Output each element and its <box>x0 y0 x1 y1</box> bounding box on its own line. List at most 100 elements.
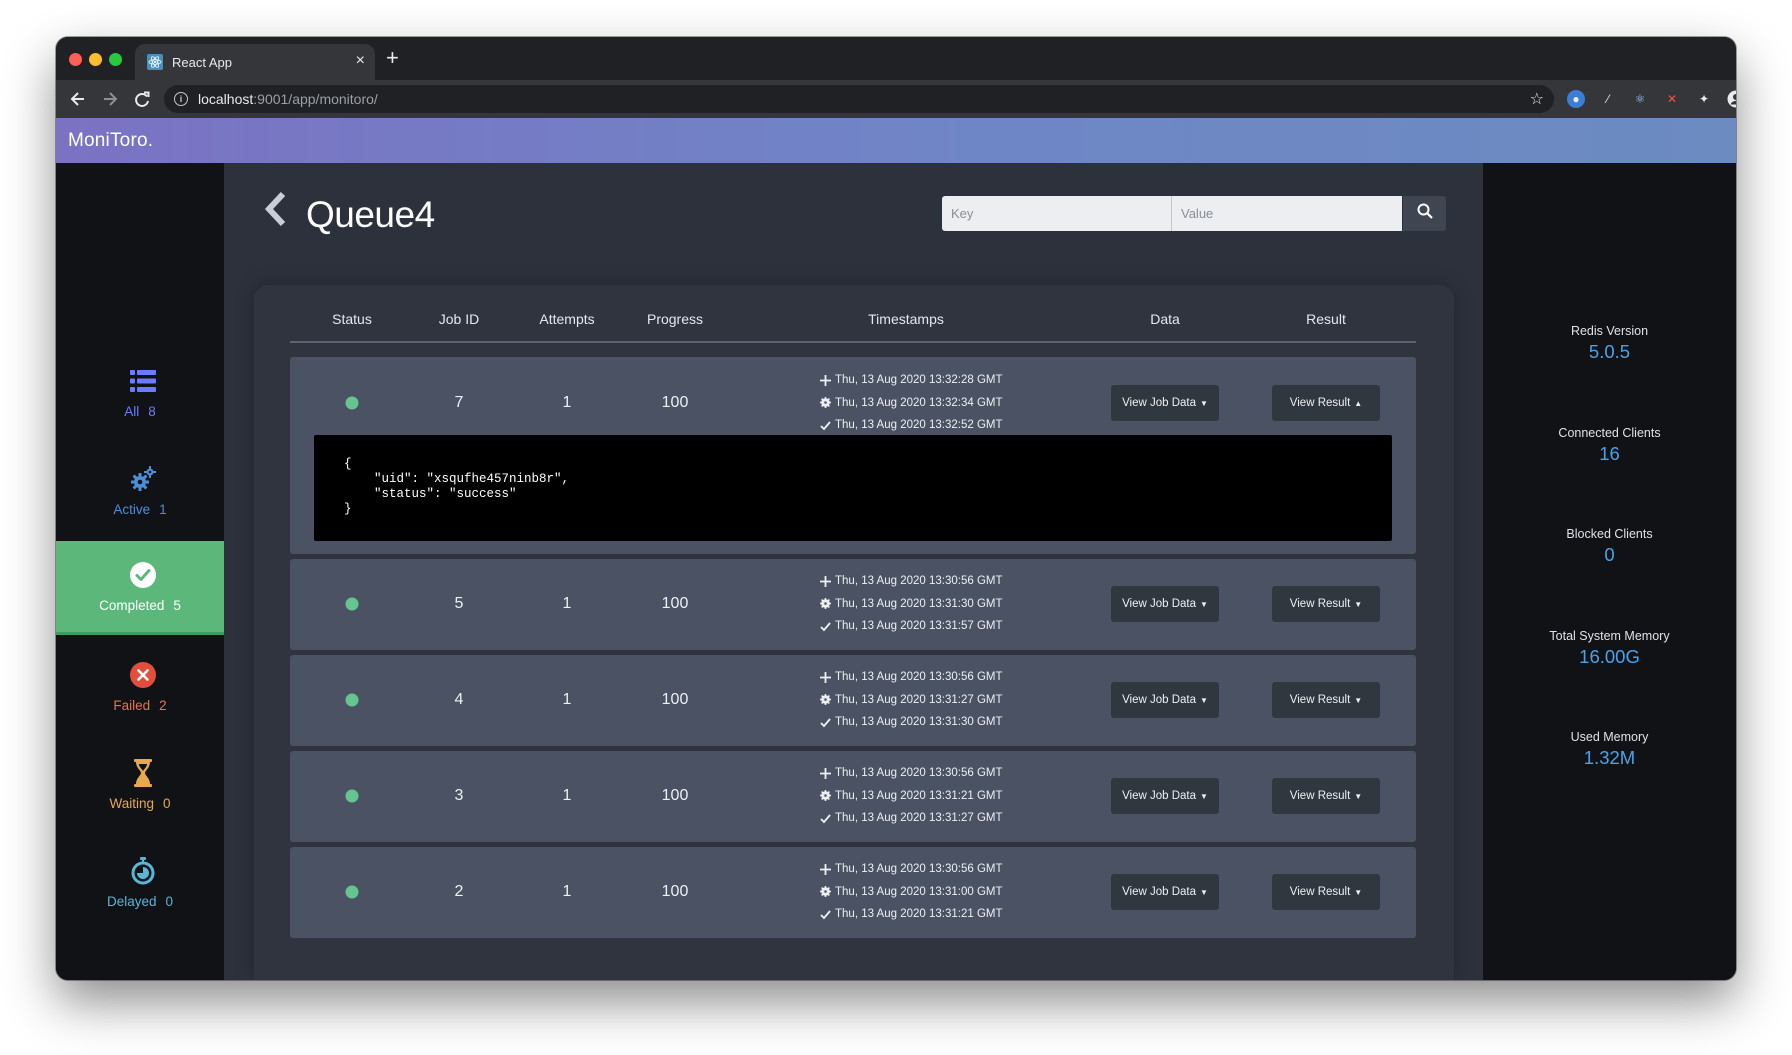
created-timestamp: Thu, 13 Aug 2020 13:30:56 GMT <box>835 767 1003 780</box>
view-job-data-button[interactable]: View Job Data ▼ <box>1111 682 1219 718</box>
view-job-data-button[interactable]: View Job Data ▼ <box>1111 385 1219 421</box>
view-job-data-button[interactable]: View Job Data ▼ <box>1111 874 1219 910</box>
sidebar-label: All <box>124 403 140 419</box>
chevron-down-icon: ▼ <box>1354 887 1363 897</box>
view-job-data-label: View Job Data <box>1122 694 1197 706</box>
address-bar[interactable]: i localhost :9001/app/monitoro/ ☆ <box>164 85 1554 113</box>
processed-timestamp: Thu, 13 Aug 2020 13:31:00 GMT <box>835 885 1003 898</box>
value-input[interactable] <box>1172 196 1402 231</box>
chevron-up-icon: ▲ <box>1354 398 1363 408</box>
bookmark-star-icon[interactable]: ☆ <box>1530 89 1544 109</box>
progress: 100 <box>661 595 689 612</box>
column-header-status: Status <box>332 311 372 327</box>
table-row: 2 1 100 Thu, 13 Aug 2020 13:30:56 GMT Th… <box>290 847 1416 938</box>
sidebar-item-failed[interactable]: Failed 2 <box>56 639 224 733</box>
extension-x-icon[interactable]: ✕ <box>1663 90 1681 108</box>
view-result-button[interactable]: View Result ▼ <box>1272 874 1380 910</box>
progress: 100 <box>661 883 689 900</box>
view-job-data-label: View Job Data <box>1122 790 1197 802</box>
sidebar-item-active[interactable]: Active 1 <box>56 443 224 537</box>
finished-timestamp: Thu, 13 Aug 2020 13:31:30 GMT <box>835 716 1003 729</box>
main-content: Queue4 Status Job ID Attempts Progress T… <box>224 163 1483 980</box>
extension-wand-icon[interactable]: ⁄ <box>1599 90 1617 108</box>
timestamps: Thu, 13 Aug 2020 13:30:56 GMT Thu, 13 Au… <box>820 762 1040 830</box>
window-minimize-button[interactable] <box>89 53 102 66</box>
back-arrow-icon[interactable] <box>70 89 86 114</box>
cog-icon <box>820 598 831 610</box>
hourglass-icon <box>133 758 153 788</box>
key-input[interactable] <box>942 196 1172 231</box>
extensions-puzzle-icon[interactable]: ✦ <box>1695 90 1713 108</box>
forward-arrow-icon[interactable] <box>102 89 118 114</box>
processed-timestamp: Thu, 13 Aug 2020 13:31:21 GMT <box>835 789 1003 802</box>
check-icon <box>820 910 831 920</box>
check-icon <box>820 814 831 824</box>
check-icon <box>820 421 831 431</box>
view-result-button[interactable]: View Result ▼ <box>1272 586 1380 622</box>
stat-label: Redis Version <box>1570 324 1649 338</box>
cog-icon <box>820 397 831 409</box>
finished-timestamp: Thu, 13 Aug 2020 13:31:21 GMT <box>835 908 1003 921</box>
window-zoom-button[interactable] <box>109 53 122 66</box>
stat-used-memory: Used Memory 1.32M <box>1483 730 1736 769</box>
new-tab-icon[interactable]: + <box>386 47 399 69</box>
view-result-label: View Result <box>1289 886 1351 898</box>
view-result-button[interactable]: View Result ▼ <box>1272 778 1380 814</box>
extension-compass-icon[interactable]: ● <box>1567 90 1585 108</box>
brand-logo[interactable]: MoniToro. <box>68 130 153 152</box>
cog-icon <box>820 790 831 802</box>
sidebar-count: 8 <box>148 403 156 419</box>
sidebar-item-waiting[interactable]: Waiting 0 <box>56 737 224 831</box>
site-info-icon[interactable]: i <box>174 92 188 106</box>
view-result-label: View Result <box>1289 790 1351 802</box>
profile-avatar-icon[interactable] <box>1727 90 1736 108</box>
plus-icon <box>820 863 831 875</box>
attempts: 1 <box>562 883 572 900</box>
view-job-data-button[interactable]: View Job Data ▼ <box>1111 586 1219 622</box>
job-result-output: { "uid": "xsqufhe457ninb8r", "status": "… <box>314 435 1392 541</box>
view-job-data-label: View Job Data <box>1122 886 1197 898</box>
stat-blocked-clients: Blocked Clients 0 <box>1483 527 1736 566</box>
view-result-label: View Result <box>1289 598 1351 610</box>
processed-timestamp: Thu, 13 Aug 2020 13:31:30 GMT <box>835 597 1003 610</box>
chevron-down-icon: ▼ <box>1354 791 1363 801</box>
tab-bar: React App × + <box>56 37 1736 80</box>
stat-redis-version: Redis Version 5.0.5 <box>1483 324 1736 363</box>
sidebar-count: 0 <box>163 795 171 811</box>
chevron-down-icon: ▼ <box>1200 398 1208 408</box>
plus-icon <box>820 374 831 386</box>
job-id: 2 <box>454 883 464 900</box>
view-job-data-button[interactable]: View Job Data ▼ <box>1111 778 1219 814</box>
table-header: Status Job ID Attempts Progress Timestam… <box>290 285 1416 343</box>
tab-close-icon[interactable]: × <box>356 53 365 69</box>
chevron-down-icon: ▼ <box>1200 599 1208 609</box>
stat-label: Connected Clients <box>1558 426 1661 440</box>
progress: 100 <box>661 394 689 411</box>
stat-label: Total System Memory <box>1549 629 1670 643</box>
redis-stats-sidebar: Redis Version 5.0.5 Connected Clients 16… <box>1483 163 1736 980</box>
attempts: 1 <box>562 691 572 708</box>
check-circle-icon <box>129 560 157 590</box>
attempts: 1 <box>562 787 572 804</box>
search-bar <box>942 196 1446 231</box>
back-chevron-icon[interactable] <box>263 191 289 234</box>
column-header-timestamps: Timestamps <box>868 311 944 327</box>
sidebar-item-all[interactable]: All 8 <box>56 345 224 439</box>
column-header-result: Result <box>1306 311 1346 327</box>
view-result-button[interactable]: View Result ▼ <box>1272 682 1380 718</box>
search-icon <box>1417 203 1433 224</box>
stat-value: 1.32M <box>1583 747 1636 768</box>
view-result-button[interactable]: View Result ▲ <box>1272 385 1380 421</box>
extension-react-icon[interactable]: ⚛ <box>1631 90 1649 108</box>
window-close-button[interactable] <box>69 53 82 66</box>
created-timestamp: Thu, 13 Aug 2020 13:30:56 GMT <box>835 671 1003 684</box>
reload-icon[interactable] <box>134 89 150 114</box>
search-button[interactable] <box>1403 196 1446 231</box>
list-icon <box>130 366 156 396</box>
stat-value: 0 <box>1604 544 1615 565</box>
browser-tab[interactable]: React App × <box>135 44 375 80</box>
browser-window: React App × + i localhost :9001/app/moni… <box>56 37 1736 980</box>
status-dot <box>345 789 359 803</box>
sidebar-item-completed[interactable]: Completed 5 <box>56 541 224 635</box>
sidebar-item-delayed[interactable]: Delayed 0 <box>56 835 224 929</box>
